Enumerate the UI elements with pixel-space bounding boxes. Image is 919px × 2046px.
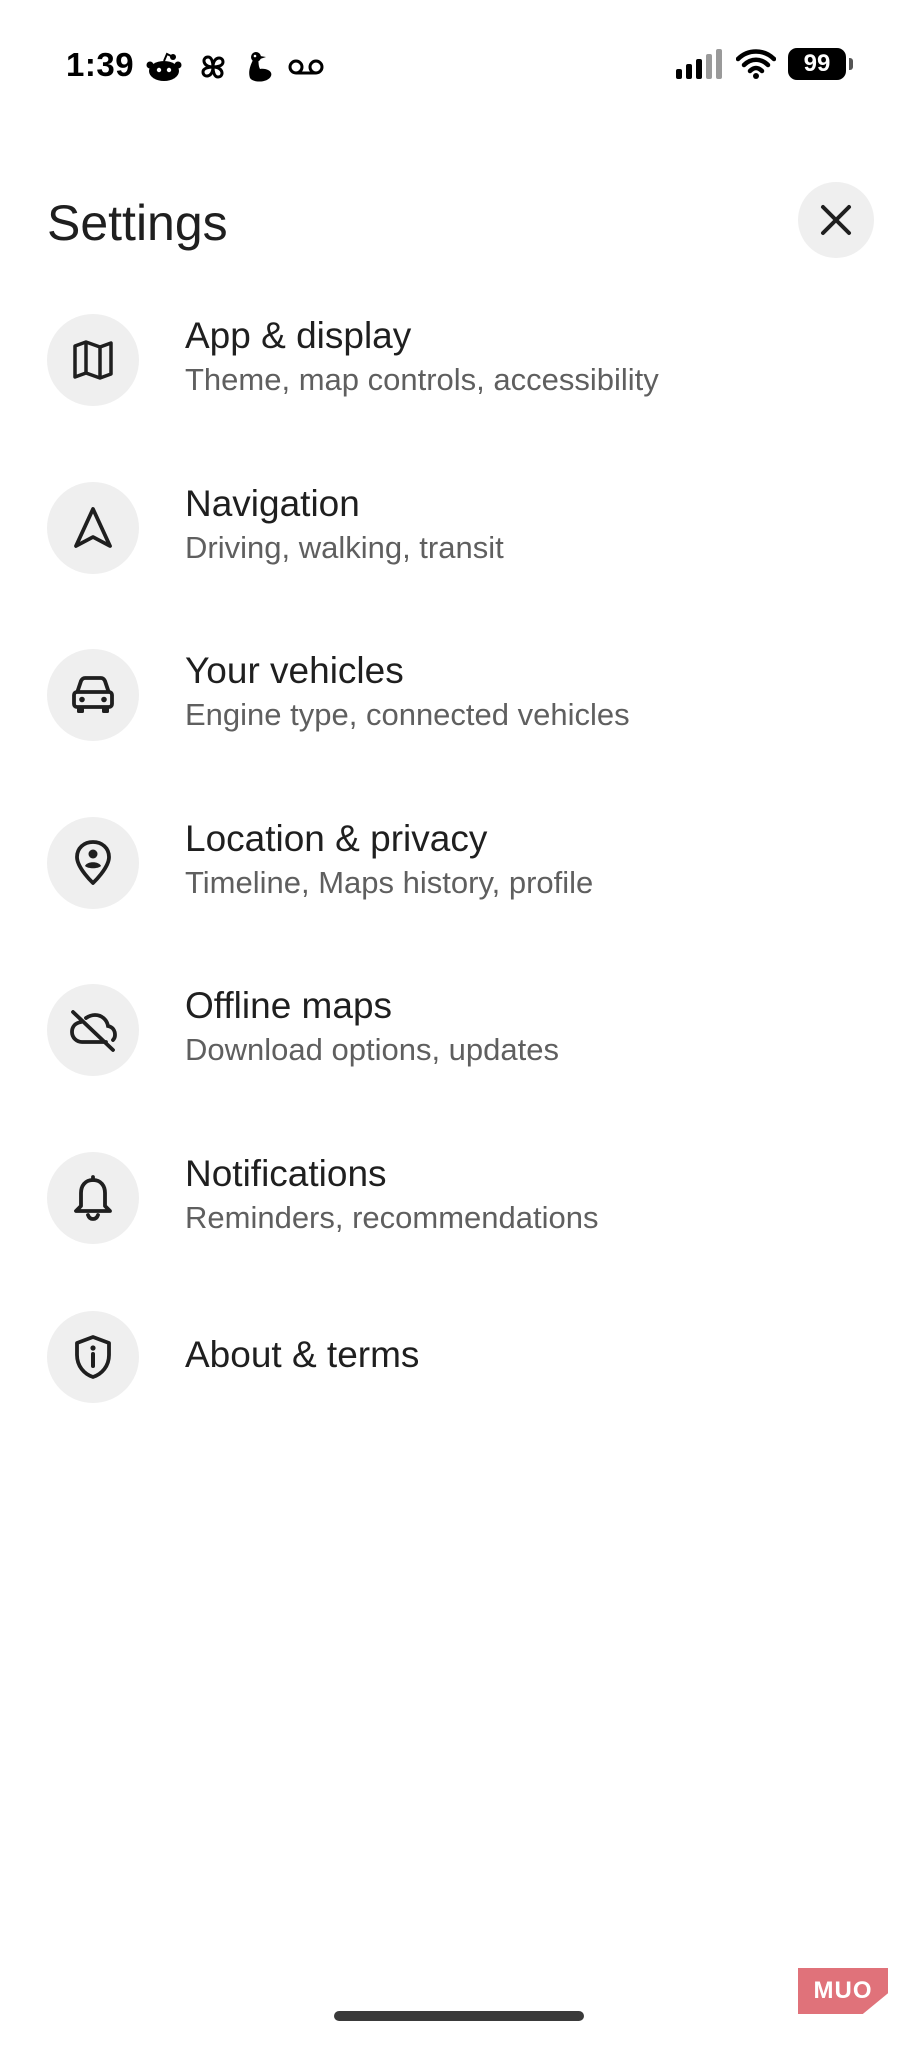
item-text: Your vehicles Engine type, connected veh…	[185, 649, 630, 735]
item-text: Offline maps Download options, updates	[185, 984, 559, 1070]
settings-item-offline-maps[interactable]: Offline maps Download options, updates	[0, 960, 919, 1100]
item-title: Offline maps	[185, 985, 393, 1026]
navigation-arrow-icon	[74, 507, 112, 548]
battery-indicator: 99	[788, 48, 846, 80]
battery-cap	[849, 58, 853, 70]
settings-item-your-vehicles[interactable]: Your vehicles Engine type, connected veh…	[0, 625, 919, 765]
item-subtitle: Download options, updates	[185, 1032, 559, 1067]
header: Settings	[0, 170, 919, 270]
item-title: About & terms	[185, 1334, 420, 1375]
watermark-logo: MUO	[798, 1968, 888, 2014]
item-icon-circle	[47, 314, 139, 406]
wifi-icon	[736, 49, 776, 79]
voicemail-icon	[288, 59, 324, 75]
status-app-icons	[146, 50, 324, 84]
battery-level: 99	[803, 50, 831, 77]
cloud-off-icon	[70, 1010, 117, 1052]
item-title: Notifications	[185, 1153, 387, 1194]
item-title: Your vehicles	[185, 650, 404, 691]
settings-item-notifications[interactable]: Notifications Reminders, recommendations	[0, 1128, 919, 1268]
item-title: App & display	[185, 315, 412, 356]
settings-item-about-terms[interactable]: About & terms	[0, 1287, 919, 1427]
item-text: Notifications Reminders, recommendations	[185, 1152, 599, 1238]
item-text: About & terms	[185, 1333, 419, 1377]
pinwheel-icon	[201, 55, 225, 79]
page-title: Settings	[47, 195, 228, 251]
item-icon-circle	[47, 1311, 139, 1403]
item-subtitle: Timeline, Maps history, profile	[185, 865, 594, 900]
bell-icon	[74, 1175, 112, 1221]
status-bar: 1:39 99	[0, 0, 919, 135]
cellular-signal-icon	[676, 49, 722, 79]
shield-info-icon	[75, 1335, 111, 1379]
item-icon-circle	[47, 984, 139, 1076]
item-icon-circle	[47, 1152, 139, 1244]
item-text: Navigation Driving, walking, transit	[185, 482, 504, 568]
item-icon-circle	[47, 817, 139, 909]
car-icon	[72, 676, 114, 713]
item-text: Location & privacy Timeline, Maps histor…	[185, 817, 593, 903]
item-title: Location & privacy	[185, 818, 488, 859]
item-title: Navigation	[185, 483, 360, 524]
status-right: 99	[676, 48, 853, 80]
settings-item-app-display[interactable]: App & display Theme, map controls, acces…	[0, 290, 919, 430]
item-icon-circle	[47, 649, 139, 741]
watermark-text: MUO	[813, 1977, 873, 2004]
location-person-icon	[75, 840, 111, 885]
item-subtitle: Reminders, recommendations	[185, 1200, 599, 1235]
settings-item-location-privacy[interactable]: Location & privacy Timeline, Maps histor…	[0, 793, 919, 933]
map-icon	[73, 340, 113, 380]
item-icon-circle	[47, 482, 139, 574]
home-indicator[interactable]	[334, 2011, 584, 2021]
goose-icon	[249, 52, 272, 82]
item-subtitle: Theme, map controls, accessibility	[185, 362, 659, 397]
settings-item-navigation[interactable]: Navigation Driving, walking, transit	[0, 458, 919, 598]
item-text: App & display Theme, map controls, acces…	[185, 314, 659, 400]
close-button[interactable]	[798, 182, 874, 258]
item-subtitle: Engine type, connected vehicles	[185, 697, 630, 732]
close-icon	[821, 205, 851, 235]
item-subtitle: Driving, walking, transit	[185, 530, 504, 565]
status-time: 1:39	[66, 46, 135, 83]
reddit-icon	[146, 52, 182, 81]
